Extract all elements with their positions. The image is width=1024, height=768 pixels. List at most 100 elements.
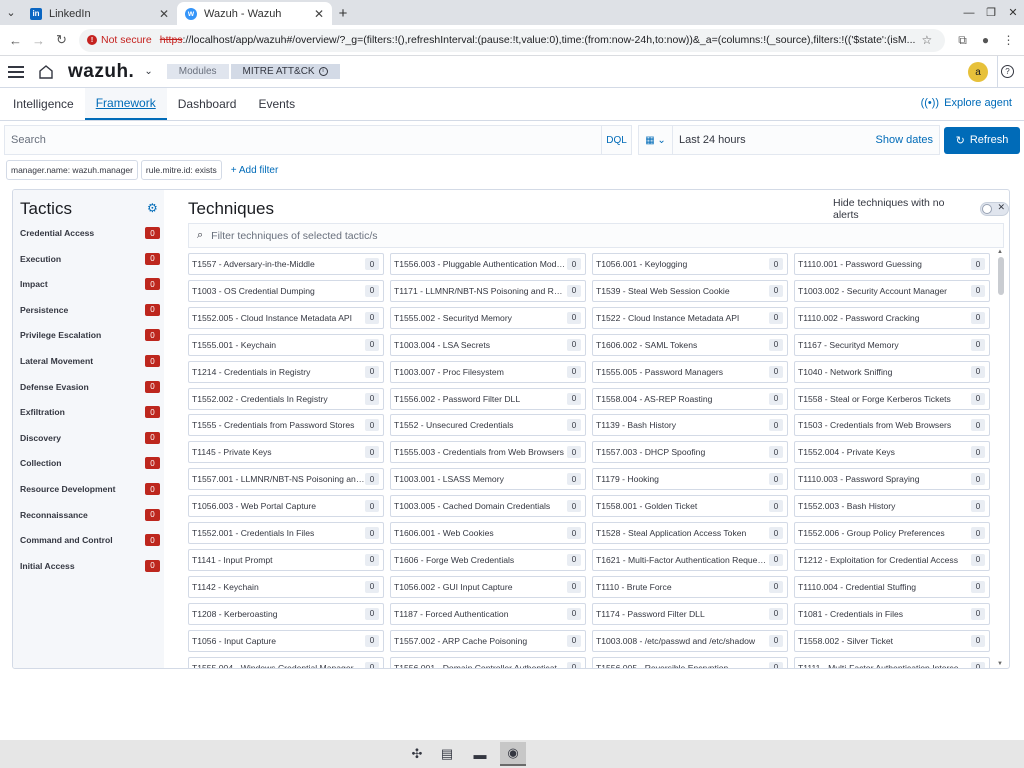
- tactic-item[interactable]: Credential Access 0: [20, 226, 160, 240]
- technique-cell[interactable]: T1552.002 - Credentials In Registry 0: [188, 387, 384, 410]
- technique-cell[interactable]: T1003.007 - Proc Filesystem 0: [390, 360, 586, 383]
- tactic-item[interactable]: Exfiltration 0: [20, 405, 160, 419]
- technique-cell[interactable]: T1555.003 - Credentials from Web Browser…: [390, 441, 586, 464]
- files-icon[interactable]: ▬: [467, 742, 493, 766]
- help-icon[interactable]: ?: [1001, 65, 1014, 78]
- forward-icon[interactable]: →: [27, 29, 50, 52]
- hide-techniques-switch[interactable]: ✕: [980, 202, 1009, 216]
- tactic-item[interactable]: Discovery 0: [20, 431, 160, 445]
- tactic-item[interactable]: Impact 0: [20, 277, 160, 291]
- techniques-filter-input[interactable]: ⌕ Filter techniques of selected tactic/s: [188, 223, 1004, 248]
- technique-cell[interactable]: T1139 - Bash History 0: [592, 414, 788, 437]
- technique-cell[interactable]: T1522 - Cloud Instance Metadata API 0: [592, 306, 788, 329]
- browser-menu-icon[interactable]: ⋮: [997, 29, 1020, 52]
- security-indicator[interactable]: ! Not secure: [87, 34, 152, 46]
- technique-cell[interactable]: T1555.005 - Password Managers 0: [592, 360, 788, 383]
- tactic-item[interactable]: Reconnaissance 0: [20, 508, 160, 522]
- technique-cell[interactable]: T1171 - LLMNR/NBT-NS Poisoning and Relay…: [390, 279, 586, 302]
- tactic-item[interactable]: Defense Evasion 0: [20, 380, 160, 394]
- technique-cell[interactable]: T1556.003 - Pluggable Authentication Mod…: [390, 253, 586, 275]
- technique-cell[interactable]: T1557.003 - DHCP Spoofing 0: [592, 441, 788, 464]
- technique-cell[interactable]: T1208 - Kerberoasting 0: [188, 602, 384, 625]
- back-icon[interactable]: ←: [4, 29, 27, 52]
- gear-icon[interactable]: ⚙: [147, 201, 158, 215]
- technique-cell[interactable]: T1606.001 - Web Cookies 0: [390, 522, 586, 544]
- tactic-item[interactable]: Initial Access 0: [20, 559, 160, 573]
- tactic-item[interactable]: Persistence 0: [20, 303, 160, 317]
- technique-cell[interactable]: T1145 - Private Keys 0: [188, 441, 384, 464]
- technique-cell[interactable]: T1556.002 - Password Filter DLL 0: [390, 387, 586, 410]
- technique-cell[interactable]: T1552.001 - Credentials In Files 0: [188, 522, 384, 544]
- terminal-icon[interactable]: ▤: [434, 742, 460, 766]
- tactic-item[interactable]: Execution 0: [20, 252, 160, 266]
- technique-cell[interactable]: T1552.005 - Cloud Instance Metadata API 0: [188, 306, 384, 329]
- technique-cell[interactable]: T1558.004 - AS-REP Roasting 0: [592, 387, 788, 410]
- calendar-icon[interactable]: ▦ ⌄: [639, 126, 673, 154]
- technique-cell[interactable]: T1556.001 - Domain Controller Authentica…: [390, 656, 586, 668]
- technique-cell[interactable]: T1003.002 - Security Account Manager 0: [794, 279, 990, 302]
- technique-cell[interactable]: T1552.006 - Group Policy Preferences 0: [794, 522, 990, 544]
- technique-cell[interactable]: T1179 - Hooking 0: [592, 468, 788, 491]
- technique-cell[interactable]: T1606 - Forge Web Credentials 0: [390, 548, 586, 571]
- chevron-down-icon[interactable]: ⌄: [144, 66, 152, 77]
- browser-tab-linkedin[interactable]: in LinkedIn ✕: [22, 2, 177, 25]
- tab-intelligence[interactable]: Intelligence: [2, 88, 85, 120]
- close-window-icon[interactable]: ✕: [1002, 0, 1024, 25]
- technique-cell[interactable]: T1056.001 - Keylogging 0: [592, 253, 788, 275]
- scrollbar-thumb[interactable]: [998, 257, 1004, 295]
- technique-cell[interactable]: T1555 - Credentials from Password Stores…: [188, 414, 384, 437]
- search-input[interactable]: Search DQL: [4, 125, 632, 155]
- profile-icon[interactable]: ●: [974, 29, 997, 52]
- technique-cell[interactable]: T1003.001 - LSASS Memory 0: [390, 468, 586, 491]
- technique-cell[interactable]: T1539 - Steal Web Session Cookie 0: [592, 279, 788, 302]
- technique-cell[interactable]: T1187 - Forced Authentication 0: [390, 602, 586, 625]
- new-tab-button[interactable]: +: [332, 2, 354, 25]
- technique-cell[interactable]: T1003.004 - LSA Secrets 0: [390, 333, 586, 356]
- info-icon[interactable]: i: [318, 67, 328, 76]
- tactic-item[interactable]: Lateral Movement 0: [20, 354, 160, 368]
- technique-cell[interactable]: T1141 - Input Prompt 0: [188, 548, 384, 571]
- maximize-icon[interactable]: ❐: [980, 0, 1002, 25]
- dql-button[interactable]: DQL: [601, 126, 631, 154]
- technique-cell[interactable]: T1557.001 - LLMNR/NBT-NS Poisoning and S…: [188, 468, 384, 491]
- launcher-icon[interactable]: ✣: [404, 742, 430, 766]
- scroll-down-icon[interactable]: ▼: [997, 661, 1003, 667]
- technique-cell[interactable]: T1555.004 - Windows Credential Manager 0: [188, 656, 384, 668]
- filter-pill[interactable]: manager.name: wazuh.manager: [6, 160, 138, 180]
- tab-search-icon[interactable]: ⌄: [0, 0, 22, 25]
- technique-cell[interactable]: T1056.003 - Web Portal Capture 0: [188, 495, 384, 518]
- technique-cell[interactable]: T1167 - Securityd Memory 0: [794, 333, 990, 356]
- technique-cell[interactable]: T1503 - Credentials from Web Browsers 0: [794, 414, 990, 437]
- url-bar[interactable]: ! Not secure https://localhost/app/wazuh…: [79, 28, 945, 52]
- technique-cell[interactable]: T1111 - Multi-Factor Authentication Inte…: [794, 656, 990, 668]
- reload-icon[interactable]: ↻: [50, 29, 73, 52]
- technique-cell[interactable]: T1142 - Keychain 0: [188, 575, 384, 598]
- wazuh-logo[interactable]: wazuh.: [68, 61, 134, 83]
- technique-cell[interactable]: T1110.002 - Password Cracking 0: [794, 306, 990, 329]
- minimize-icon[interactable]: —: [958, 0, 980, 25]
- technique-cell[interactable]: T1606.002 - SAML Tokens 0: [592, 333, 788, 356]
- technique-cell[interactable]: T1557 - Adversary-in-the-Middle 0: [188, 253, 384, 275]
- close-tab-icon[interactable]: ✕: [314, 7, 324, 21]
- technique-cell[interactable]: T1110.001 - Password Guessing 0: [794, 253, 990, 275]
- technique-cell[interactable]: T1552 - Unsecured Credentials 0: [390, 414, 586, 437]
- browser-tab-wazuh[interactable]: w Wazuh - Wazuh ✕: [177, 2, 332, 25]
- technique-cell[interactable]: T1558.002 - Silver Ticket 0: [794, 629, 990, 652]
- technique-cell[interactable]: T1056.002 - GUI Input Capture 0: [390, 575, 586, 598]
- technique-cell[interactable]: T1110.004 - Credential Stuffing 0: [794, 575, 990, 598]
- extensions-icon[interactable]: ⧉: [951, 29, 974, 52]
- technique-cell[interactable]: T1212 - Exploitation for Credential Acce…: [794, 548, 990, 571]
- technique-cell[interactable]: T1214 - Credentials in Registry 0: [188, 360, 384, 383]
- tactic-item[interactable]: Command and Control 0: [20, 533, 160, 547]
- avatar[interactable]: a: [968, 62, 988, 82]
- technique-cell[interactable]: T1003 - OS Credential Dumping 0: [188, 279, 384, 302]
- filter-pill[interactable]: rule.mitre.id: exists: [140, 160, 222, 180]
- technique-cell[interactable]: T1040 - Network Sniffing 0: [794, 360, 990, 383]
- technique-cell[interactable]: T1003.005 - Cached Domain Credentials 0: [390, 495, 586, 518]
- bookmark-star-icon[interactable]: ☆: [921, 33, 932, 47]
- technique-cell[interactable]: T1557.002 - ARP Cache Poisoning 0: [390, 629, 586, 652]
- technique-cell[interactable]: T1174 - Password Filter DLL 0: [592, 602, 788, 625]
- technique-cell[interactable]: T1003.008 - /etc/passwd and /etc/shadow 0: [592, 629, 788, 652]
- tab-framework[interactable]: Framework: [84, 88, 167, 120]
- chrome-icon[interactable]: ◉: [500, 742, 526, 766]
